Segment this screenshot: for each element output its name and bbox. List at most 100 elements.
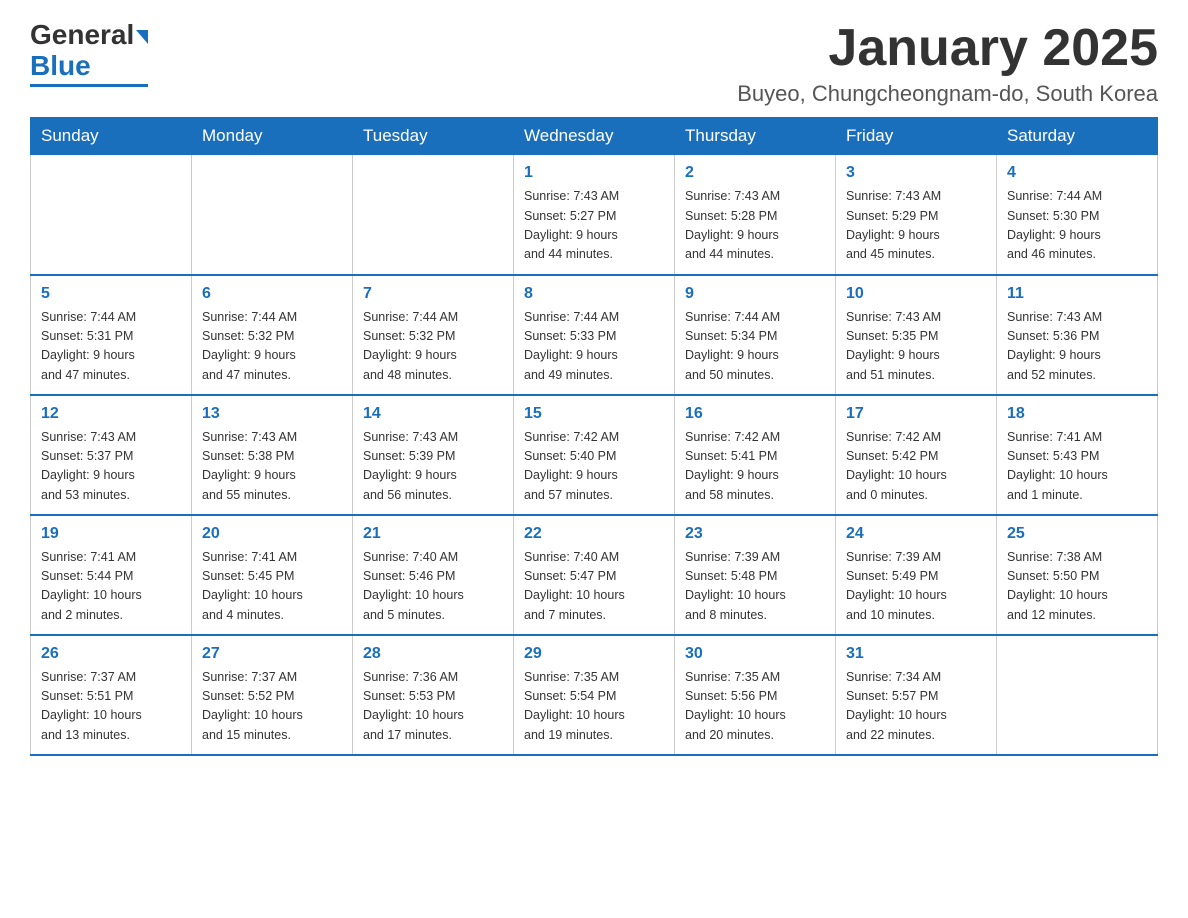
logo: GeneralBlue: [30, 20, 148, 87]
calendar-cell: 20Sunrise: 7:41 AMSunset: 5:45 PMDayligh…: [192, 515, 353, 635]
calendar-cell: 28Sunrise: 7:36 AMSunset: 5:53 PMDayligh…: [353, 635, 514, 755]
calendar-cell: 4Sunrise: 7:44 AMSunset: 5:30 PMDaylight…: [997, 155, 1158, 275]
day-number: 30: [685, 642, 825, 666]
day-info: Sunrise: 7:37 AMSunset: 5:52 PMDaylight:…: [202, 668, 342, 746]
day-info: Sunrise: 7:39 AMSunset: 5:48 PMDaylight:…: [685, 548, 825, 626]
calendar-cell: 22Sunrise: 7:40 AMSunset: 5:47 PMDayligh…: [514, 515, 675, 635]
week-row-4: 19Sunrise: 7:41 AMSunset: 5:44 PMDayligh…: [31, 515, 1158, 635]
day-number: 22: [524, 522, 664, 546]
day-info: Sunrise: 7:43 AMSunset: 5:36 PMDaylight:…: [1007, 308, 1147, 386]
day-info: Sunrise: 7:44 AMSunset: 5:32 PMDaylight:…: [363, 308, 503, 386]
calendar-cell: 9Sunrise: 7:44 AMSunset: 5:34 PMDaylight…: [675, 275, 836, 395]
calendar-table: Sunday Monday Tuesday Wednesday Thursday…: [30, 117, 1158, 756]
day-number: 25: [1007, 522, 1147, 546]
calendar-cell: [192, 155, 353, 275]
day-number: 9: [685, 282, 825, 306]
week-row-3: 12Sunrise: 7:43 AMSunset: 5:37 PMDayligh…: [31, 395, 1158, 515]
day-info: Sunrise: 7:44 AMSunset: 5:30 PMDaylight:…: [1007, 187, 1147, 265]
day-number: 11: [1007, 282, 1147, 306]
calendar-cell: 30Sunrise: 7:35 AMSunset: 5:56 PMDayligh…: [675, 635, 836, 755]
day-info: Sunrise: 7:35 AMSunset: 5:56 PMDaylight:…: [685, 668, 825, 746]
day-number: 12: [41, 402, 181, 426]
day-number: 27: [202, 642, 342, 666]
calendar-cell: 5Sunrise: 7:44 AMSunset: 5:31 PMDaylight…: [31, 275, 192, 395]
day-info: Sunrise: 7:44 AMSunset: 5:32 PMDaylight:…: [202, 308, 342, 386]
day-info: Sunrise: 7:43 AMSunset: 5:28 PMDaylight:…: [685, 187, 825, 265]
calendar-cell: 19Sunrise: 7:41 AMSunset: 5:44 PMDayligh…: [31, 515, 192, 635]
col-friday: Friday: [836, 118, 997, 155]
day-number: 24: [846, 522, 986, 546]
day-number: 19: [41, 522, 181, 546]
day-info: Sunrise: 7:42 AMSunset: 5:42 PMDaylight:…: [846, 428, 986, 506]
day-info: Sunrise: 7:39 AMSunset: 5:49 PMDaylight:…: [846, 548, 986, 626]
calendar-cell: 12Sunrise: 7:43 AMSunset: 5:37 PMDayligh…: [31, 395, 192, 515]
week-row-5: 26Sunrise: 7:37 AMSunset: 5:51 PMDayligh…: [31, 635, 1158, 755]
day-number: 15: [524, 402, 664, 426]
calendar-cell: 3Sunrise: 7:43 AMSunset: 5:29 PMDaylight…: [836, 155, 997, 275]
calendar-cell: 18Sunrise: 7:41 AMSunset: 5:43 PMDayligh…: [997, 395, 1158, 515]
day-info: Sunrise: 7:40 AMSunset: 5:47 PMDaylight:…: [524, 548, 664, 626]
calendar-cell: 8Sunrise: 7:44 AMSunset: 5:33 PMDaylight…: [514, 275, 675, 395]
day-info: Sunrise: 7:43 AMSunset: 5:37 PMDaylight:…: [41, 428, 181, 506]
logo-text: GeneralBlue: [30, 20, 148, 82]
calendar-cell: [353, 155, 514, 275]
day-number: 29: [524, 642, 664, 666]
day-number: 28: [363, 642, 503, 666]
day-number: 8: [524, 282, 664, 306]
calendar-cell: 27Sunrise: 7:37 AMSunset: 5:52 PMDayligh…: [192, 635, 353, 755]
day-info: Sunrise: 7:34 AMSunset: 5:57 PMDaylight:…: [846, 668, 986, 746]
calendar-cell: 11Sunrise: 7:43 AMSunset: 5:36 PMDayligh…: [997, 275, 1158, 395]
calendar-cell: 26Sunrise: 7:37 AMSunset: 5:51 PMDayligh…: [31, 635, 192, 755]
day-number: 1: [524, 161, 664, 185]
day-info: Sunrise: 7:37 AMSunset: 5:51 PMDaylight:…: [41, 668, 181, 746]
calendar-body: 1Sunrise: 7:43 AMSunset: 5:27 PMDaylight…: [31, 155, 1158, 755]
day-info: Sunrise: 7:40 AMSunset: 5:46 PMDaylight:…: [363, 548, 503, 626]
day-info: Sunrise: 7:44 AMSunset: 5:31 PMDaylight:…: [41, 308, 181, 386]
calendar-cell: 14Sunrise: 7:43 AMSunset: 5:39 PMDayligh…: [353, 395, 514, 515]
day-number: 13: [202, 402, 342, 426]
calendar-cell: 15Sunrise: 7:42 AMSunset: 5:40 PMDayligh…: [514, 395, 675, 515]
col-sunday: Sunday: [31, 118, 192, 155]
day-number: 2: [685, 161, 825, 185]
day-number: 4: [1007, 161, 1147, 185]
day-number: 5: [41, 282, 181, 306]
day-number: 7: [363, 282, 503, 306]
day-number: 18: [1007, 402, 1147, 426]
day-number: 14: [363, 402, 503, 426]
calendar-cell: 13Sunrise: 7:43 AMSunset: 5:38 PMDayligh…: [192, 395, 353, 515]
day-info: Sunrise: 7:43 AMSunset: 5:39 PMDaylight:…: [363, 428, 503, 506]
calendar-header: Sunday Monday Tuesday Wednesday Thursday…: [31, 118, 1158, 155]
calendar-cell: 2Sunrise: 7:43 AMSunset: 5:28 PMDaylight…: [675, 155, 836, 275]
calendar-title: January 2025: [737, 20, 1158, 77]
day-number: 16: [685, 402, 825, 426]
calendar-subtitle: Buyeo, Chungcheongnam-do, South Korea: [737, 81, 1158, 107]
col-thursday: Thursday: [675, 118, 836, 155]
calendar-cell: 7Sunrise: 7:44 AMSunset: 5:32 PMDaylight…: [353, 275, 514, 395]
day-info: Sunrise: 7:44 AMSunset: 5:34 PMDaylight:…: [685, 308, 825, 386]
day-info: Sunrise: 7:35 AMSunset: 5:54 PMDaylight:…: [524, 668, 664, 746]
day-number: 31: [846, 642, 986, 666]
day-info: Sunrise: 7:43 AMSunset: 5:29 PMDaylight:…: [846, 187, 986, 265]
calendar-cell: 10Sunrise: 7:43 AMSunset: 5:35 PMDayligh…: [836, 275, 997, 395]
day-number: 20: [202, 522, 342, 546]
logo-underline: [30, 84, 148, 87]
week-row-1: 1Sunrise: 7:43 AMSunset: 5:27 PMDaylight…: [31, 155, 1158, 275]
day-number: 10: [846, 282, 986, 306]
title-block: January 2025 Buyeo, Chungcheongnam-do, S…: [737, 20, 1158, 107]
col-saturday: Saturday: [997, 118, 1158, 155]
logo-arrow-icon: [136, 30, 148, 44]
day-info: Sunrise: 7:42 AMSunset: 5:41 PMDaylight:…: [685, 428, 825, 506]
calendar-cell: 31Sunrise: 7:34 AMSunset: 5:57 PMDayligh…: [836, 635, 997, 755]
week-row-2: 5Sunrise: 7:44 AMSunset: 5:31 PMDaylight…: [31, 275, 1158, 395]
day-number: 6: [202, 282, 342, 306]
day-info: Sunrise: 7:41 AMSunset: 5:43 PMDaylight:…: [1007, 428, 1147, 506]
col-monday: Monday: [192, 118, 353, 155]
header-row: Sunday Monday Tuesday Wednesday Thursday…: [31, 118, 1158, 155]
calendar-cell: 16Sunrise: 7:42 AMSunset: 5:41 PMDayligh…: [675, 395, 836, 515]
day-info: Sunrise: 7:44 AMSunset: 5:33 PMDaylight:…: [524, 308, 664, 386]
day-number: 23: [685, 522, 825, 546]
calendar-cell: 6Sunrise: 7:44 AMSunset: 5:32 PMDaylight…: [192, 275, 353, 395]
calendar-cell: 21Sunrise: 7:40 AMSunset: 5:46 PMDayligh…: [353, 515, 514, 635]
col-tuesday: Tuesday: [353, 118, 514, 155]
logo-blue: Blue: [30, 50, 91, 81]
